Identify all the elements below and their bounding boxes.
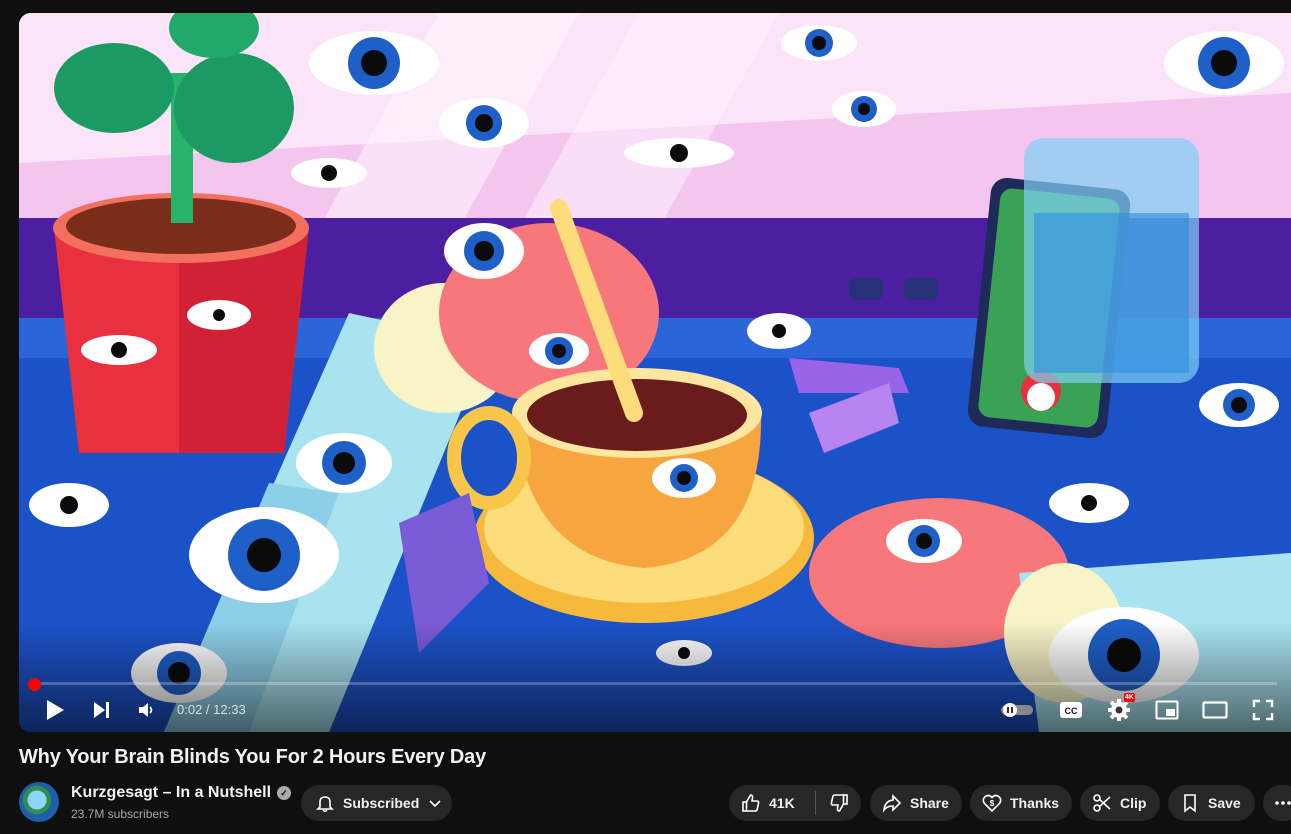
svg-text:CC: CC bbox=[1065, 706, 1078, 716]
thumbs-up-icon bbox=[742, 794, 760, 812]
share-button[interactable]: Share bbox=[870, 785, 962, 821]
captions-icon: CC bbox=[1060, 702, 1082, 718]
play-button[interactable] bbox=[41, 696, 69, 724]
fullscreen-icon bbox=[1252, 699, 1274, 721]
quality-badge: 4K bbox=[1124, 693, 1135, 702]
dislike-button[interactable] bbox=[816, 785, 861, 821]
verified-check-icon: ✓ bbox=[277, 786, 292, 800]
super-thanks-icon: $ bbox=[982, 794, 1002, 813]
fullscreen-button[interactable] bbox=[1249, 696, 1277, 724]
captions-button[interactable]: CC bbox=[1057, 696, 1085, 724]
progress-bar[interactable] bbox=[33, 682, 1277, 685]
like-count: 41K bbox=[769, 795, 795, 811]
video-title: Why Your Brain Blinds You For 2 Hours Ev… bbox=[19, 746, 487, 768]
more-horizontal-icon bbox=[1275, 801, 1291, 805]
thumbs-down-icon bbox=[830, 794, 848, 812]
video-player[interactable]: 0:02 / 12:33 CC 4K bbox=[19, 13, 1291, 732]
bell-icon bbox=[316, 796, 334, 813]
subscriber-count: 23.7M subscribers bbox=[71, 807, 170, 821]
bookmark-icon bbox=[1184, 794, 1196, 813]
play-icon bbox=[47, 700, 64, 720]
miniplayer-button[interactable] bbox=[1153, 696, 1181, 724]
clip-button[interactable]: Clip bbox=[1080, 785, 1160, 821]
autoplay-toggle[interactable] bbox=[999, 696, 1035, 724]
theater-mode-button[interactable] bbox=[1199, 696, 1231, 724]
progress-scrubber[interactable] bbox=[28, 678, 41, 691]
share-icon bbox=[882, 794, 902, 813]
autoplay-toggle-icon bbox=[1001, 703, 1033, 717]
channel-name[interactable]: Kurzgesagt – In a Nutshell bbox=[71, 784, 271, 802]
scissors-icon bbox=[1093, 794, 1111, 812]
like-dislike-group: 41K bbox=[729, 785, 861, 821]
svg-text:$: $ bbox=[990, 799, 995, 808]
more-actions-button[interactable] bbox=[1263, 785, 1291, 821]
volume-icon bbox=[139, 703, 153, 717]
gear-icon bbox=[1108, 699, 1130, 721]
subscribed-button[interactable]: Subscribed bbox=[301, 785, 452, 821]
share-label: Share bbox=[910, 795, 949, 811]
next-button[interactable] bbox=[87, 696, 115, 724]
next-icon bbox=[94, 702, 109, 718]
save-button[interactable]: Save bbox=[1168, 785, 1255, 821]
thanks-button[interactable]: $ Thanks bbox=[970, 785, 1072, 821]
watch-page: 0:02 / 12:33 CC 4K Why Your Brain Blinds… bbox=[0, 0, 1291, 834]
subscribed-label: Subscribed bbox=[343, 795, 420, 811]
channel-avatar[interactable] bbox=[19, 782, 59, 822]
clip-label: Clip bbox=[1120, 795, 1147, 811]
channel-name-row[interactable]: Kurzgesagt – In a Nutshell ✓ bbox=[71, 784, 292, 802]
chevron-down-icon bbox=[429, 800, 441, 808]
miniplayer-icon bbox=[1155, 700, 1179, 720]
like-button[interactable]: 41K bbox=[729, 785, 815, 821]
theater-icon bbox=[1202, 701, 1228, 719]
thanks-label: Thanks bbox=[1010, 795, 1060, 811]
save-label: Save bbox=[1208, 795, 1241, 811]
time-display: 0:02 / 12:33 bbox=[177, 702, 246, 717]
mute-button[interactable] bbox=[133, 696, 161, 724]
